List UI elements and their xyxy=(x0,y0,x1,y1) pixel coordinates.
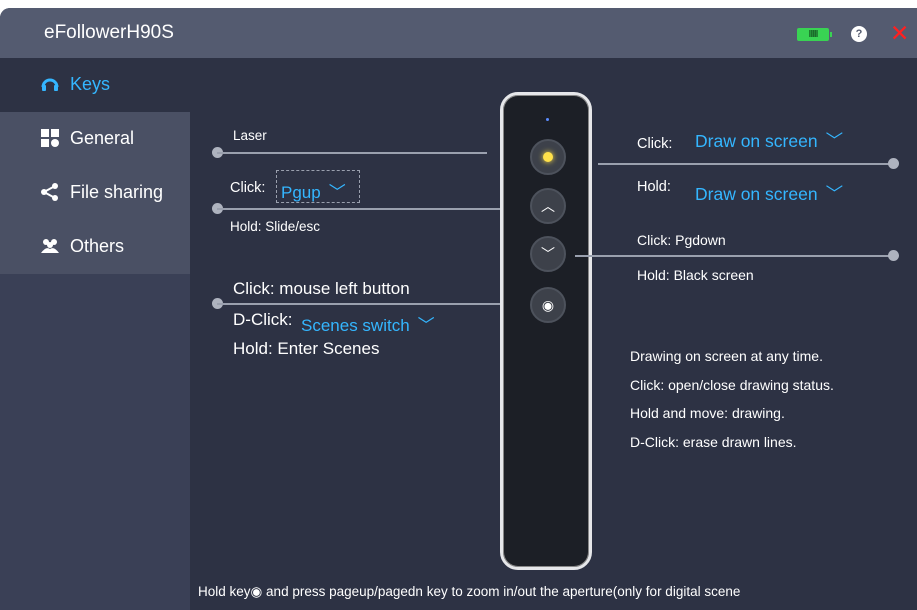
info-line: Click: open/close drawing status. xyxy=(630,377,834,393)
users-icon xyxy=(40,236,60,256)
pgup-click-value: Pgup xyxy=(281,183,321,202)
app-title: eFollowerH90S xyxy=(44,22,174,43)
top-right-connector-dot xyxy=(888,158,899,169)
pgup-click-dropdown[interactable]: Pgup ﹀ xyxy=(281,178,346,203)
remote-icon xyxy=(40,74,60,94)
sidebar-item-file-sharing[interactable]: File sharing xyxy=(0,166,190,220)
top-right-hold-dropdown[interactable]: Draw on screen ﹀ xyxy=(695,181,843,206)
grid-icon xyxy=(40,128,60,148)
pgdown-connector-line xyxy=(575,255,893,257)
pgdown-hold-text: Hold: Black screen xyxy=(637,267,754,283)
app-window: eFollowerH90S IIIII ? ✕ Keys General Fil… xyxy=(0,8,917,610)
chevron-down-icon: ﹀ xyxy=(328,183,346,202)
info-line: D-Click: erase drawn lines. xyxy=(630,434,797,450)
pgdown-click-text: Click: Pgdown xyxy=(637,232,726,248)
title-bar: eFollowerH90S IIIII ? ✕ xyxy=(0,8,917,58)
laser-icon xyxy=(543,152,553,162)
center-scenes-button[interactable]: ◉ xyxy=(530,287,566,323)
laser-connector-line xyxy=(217,152,487,154)
pgdown-connector-dot xyxy=(888,250,899,261)
sidebar-item-general[interactable]: General xyxy=(0,112,190,166)
pgup-click-prefix: Click: xyxy=(230,180,266,196)
center-dclick-prefix: D-Click: xyxy=(233,310,293,329)
top-right-click-value: Draw on screen xyxy=(695,131,818,151)
info-line: Hold and move: drawing. xyxy=(630,405,785,421)
sidebar-item-others[interactable]: Others xyxy=(0,220,190,274)
chevron-down-icon: ﹀ xyxy=(417,316,435,335)
top-right-connector-line xyxy=(598,163,893,165)
info-line: Drawing on screen at any time. xyxy=(630,348,823,364)
close-icon[interactable]: ✕ xyxy=(890,21,909,45)
top-right-hold-prefix: Hold: xyxy=(637,179,671,195)
center-dclick-dropdown[interactable]: Scenes switch ﹀ xyxy=(301,311,435,336)
chevron-up-icon: ︿ xyxy=(541,198,555,214)
device-indicator-led xyxy=(546,118,549,121)
sidebar-item-label: General xyxy=(70,128,135,148)
pgup-button[interactable]: ︿ xyxy=(530,188,566,224)
top-right-hold-value: Draw on screen xyxy=(695,184,818,204)
sidebar-item-keys[interactable]: Keys xyxy=(0,58,190,112)
center-connector-line xyxy=(217,303,525,305)
chevron-down-icon: ﹀ xyxy=(825,184,844,204)
top-right-click-dropdown[interactable]: Draw on screen ﹀ xyxy=(695,128,843,153)
dot-icon: ◉ xyxy=(541,297,555,313)
pgup-hold-text: Hold: Slide/esc xyxy=(230,219,321,234)
pgup-connector-line xyxy=(217,208,525,210)
battery-full-icon: IIIII xyxy=(797,28,832,41)
center-dclick-value: Scenes switch xyxy=(301,316,410,335)
bottom-note: Hold key◉ and press pageup/pagedn key to… xyxy=(198,584,741,599)
help-icon[interactable]: ? xyxy=(851,26,867,42)
center-hold-text: Hold: Enter Scenes xyxy=(233,339,380,358)
chevron-down-icon: ﹀ xyxy=(825,131,844,151)
top-right-click-prefix: Click: xyxy=(637,136,673,152)
center-click-text: Click: mouse left button xyxy=(233,279,410,298)
sidebar-item-label: File sharing xyxy=(70,182,164,202)
sidebar-item-label: Others xyxy=(70,236,125,256)
sidebar-item-label: Keys xyxy=(70,74,111,94)
laser-label: Laser xyxy=(233,128,267,143)
sidebar: Keys General File sharing Others xyxy=(0,58,190,610)
chevron-down-icon: ﹀ xyxy=(541,246,555,262)
pgdown-button[interactable]: ﹀ xyxy=(530,236,566,272)
share-icon xyxy=(40,182,60,202)
